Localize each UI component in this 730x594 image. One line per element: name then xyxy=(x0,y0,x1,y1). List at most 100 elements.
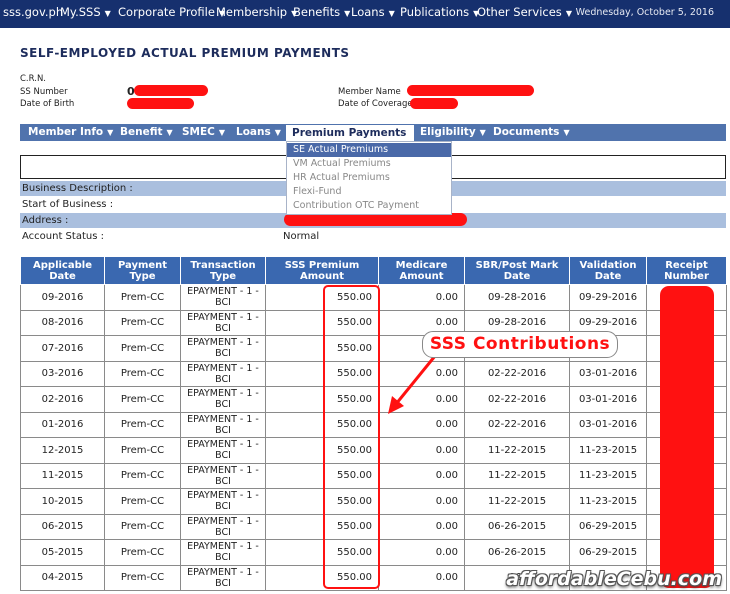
account-status-value: Normal xyxy=(283,231,320,242)
cell-applicable-date: 12-2015 xyxy=(20,437,105,464)
cell-validation-date: 11-23-2015 xyxy=(569,437,647,464)
menu-item-hr-actual-premiums[interactable]: HR Actual Premiums xyxy=(287,171,451,185)
dob-label: Date of Birth xyxy=(20,99,75,109)
cell-payment-type: Prem-CC xyxy=(104,513,181,540)
caret-down-icon: ▼ xyxy=(274,128,281,137)
cell-sbr-date: 11-22-2015 xyxy=(464,462,570,489)
site-link[interactable]: sss.gov.ph xyxy=(3,0,63,28)
caret-down-icon: ▼ xyxy=(218,128,226,137)
nav-label: Loans xyxy=(351,5,385,19)
caret-down-icon: ▼ xyxy=(388,9,395,18)
cell-transaction-type: EPAYMENT - 1 - BCI xyxy=(180,411,266,438)
menu-item-vm-actual-premiums[interactable]: VM Actual Premiums xyxy=(287,157,451,171)
cell-payment-type: Prem-CC xyxy=(104,539,181,566)
cell-sbr-date: 02-22-2016 xyxy=(464,360,570,387)
subnav-label: Member Info xyxy=(28,126,104,138)
menu-item-contribution-otc-payment[interactable]: Contribution OTC Payment xyxy=(287,199,451,213)
cell-medicare-amount: 0.00 xyxy=(378,564,465,591)
coverage-redaction xyxy=(410,98,458,109)
menu-item-se-actual-premiums[interactable]: SE Actual Premiums xyxy=(287,143,451,157)
cell-payment-type: Prem-CC xyxy=(104,284,181,311)
subnav-label: Eligibility xyxy=(420,126,476,138)
crn-label: C.R.N. xyxy=(20,74,47,84)
col-applicable-date: Applicable Date xyxy=(20,256,105,285)
nav-label: Corporate Profile xyxy=(118,5,215,19)
nav-benefits[interactable]: Benefits ▼ xyxy=(293,0,350,28)
nav-label: My.SSS xyxy=(60,5,101,19)
nav-label: Benefits xyxy=(293,5,341,19)
ss-number-label: SS Number xyxy=(20,87,68,97)
menu-item-flexi-fund[interactable]: Flexi-Fund xyxy=(287,185,451,199)
cell-validation-date: 06-29-2015 xyxy=(569,513,647,540)
nav-corporate-profile[interactable]: Corporate Profile ▼ xyxy=(118,0,225,28)
cell-validation-date: 11-23-2015 xyxy=(569,462,647,489)
subnav-member-info[interactable]: Member Info ▼ xyxy=(28,124,113,141)
cell-applicable-date: 11-2015 xyxy=(20,462,105,489)
subnav-label: SMEC xyxy=(182,126,215,138)
address-label: Address : xyxy=(22,215,69,226)
cell-sbr-date: 06-26-2015 xyxy=(464,513,570,540)
cell-transaction-type: EPAYMENT - 1 - BCI xyxy=(180,437,266,464)
col-sbr-postmark-date: SBR/Post Mark Date xyxy=(464,256,570,285)
subnav-documents[interactable]: Documents ▼ xyxy=(493,124,570,141)
cell-validation-date: 06-29-2015 xyxy=(569,539,647,566)
subnav-benefit[interactable]: Benefit ▼ xyxy=(120,124,173,141)
nav-loans[interactable]: Loans ▼ xyxy=(351,0,395,28)
subnav-smec[interactable]: SMEC ▼ xyxy=(182,124,225,141)
cell-payment-type: Prem-CC xyxy=(104,309,181,336)
cell-applicable-date: 02-2016 xyxy=(20,386,105,413)
subnav-loans[interactable]: Loans ▼ xyxy=(236,124,281,141)
cell-medicare-amount: 0.00 xyxy=(378,284,465,311)
cell-applicable-date: 08-2016 xyxy=(20,309,105,336)
cell-medicare-amount: 0.00 xyxy=(378,513,465,540)
cell-payment-type: Prem-CC xyxy=(104,411,181,438)
arrow-icon xyxy=(388,355,437,414)
cell-sbr-date: 02-22-2016 xyxy=(464,411,570,438)
cell-payment-type: Prem-CC xyxy=(104,360,181,387)
top-navigation-bar: sss.gov.ph My.SSS ▼ Corporate Profile ▼ Me… xyxy=(0,0,730,28)
cell-applicable-date: 01-2016 xyxy=(20,411,105,438)
subnav-label: Loans xyxy=(236,126,271,138)
caret-down-icon: ▼ xyxy=(563,128,570,137)
col-payment-type: Payment Type xyxy=(104,256,181,285)
nav-label: Other Services xyxy=(477,5,562,19)
premium-amount-highlight xyxy=(323,285,380,589)
cell-transaction-type: EPAYMENT - 1 - BCI xyxy=(180,335,266,362)
col-validation-date: Validation Date xyxy=(569,256,647,285)
sss-contributions-callout: SSS Contributions xyxy=(422,331,618,358)
start-of-business-label: Start of Business : xyxy=(22,199,114,210)
cell-sbr-date: 11-22-2015 xyxy=(464,488,570,515)
cell-payment-type: Prem-CC xyxy=(104,437,181,464)
caret-down-icon: ▼ xyxy=(565,9,572,18)
cell-transaction-type: EPAYMENT - 1 - BCI xyxy=(180,462,266,489)
subnav-label: Benefit xyxy=(120,126,163,138)
table-header-row: Applicable Date Payment Type Transaction… xyxy=(20,256,727,285)
nav-publications[interactable]: Publications ▼ xyxy=(400,0,479,28)
cell-medicare-amount: 0.00 xyxy=(378,462,465,489)
member-subnav: Member Info ▼ Benefit ▼ SMEC ▼ Loans ▼ Premi… xyxy=(20,124,726,141)
cell-validation-date: 09-29-2016 xyxy=(569,284,647,311)
nav-label: Membership xyxy=(216,5,288,19)
member-name-label: Member Name xyxy=(338,87,401,97)
cell-transaction-type: EPAYMENT - 1 - BCI xyxy=(180,513,266,540)
cell-transaction-type: EPAYMENT - 1 - BCI xyxy=(180,386,266,413)
col-medicare-amount: Medicare Amount xyxy=(378,256,465,285)
subnav-premium-payments[interactable]: Premium Payments xyxy=(286,125,414,141)
cell-transaction-type: EPAYMENT - 1 - BCI xyxy=(180,488,266,515)
nav-other-services[interactable]: Other Services ▼ xyxy=(477,0,572,28)
nav-membership[interactable]: Membership ▼ xyxy=(216,0,297,28)
col-sss-premium-amount: SSS Premium Amount xyxy=(265,256,379,285)
subnav-eligibility[interactable]: Eligibility ▼ xyxy=(420,124,486,141)
cell-validation-date: 03-01-2016 xyxy=(569,411,647,438)
nav-my-sss[interactable]: My.SSS ▼ xyxy=(60,0,111,28)
receipt-number-redaction xyxy=(660,286,714,588)
member-name-redaction xyxy=(407,85,534,96)
cell-applicable-date: 04-2015 xyxy=(20,564,105,591)
cell-transaction-type: EPAYMENT - 1 - BCI xyxy=(180,564,266,591)
cell-medicare-amount: 0.00 xyxy=(378,437,465,464)
cell-payment-type: Prem-CC xyxy=(104,564,181,591)
cell-payment-type: Prem-CC xyxy=(104,386,181,413)
cell-applicable-date: 06-2015 xyxy=(20,513,105,540)
cell-applicable-date: 09-2016 xyxy=(20,284,105,311)
cell-payment-type: Prem-CC xyxy=(104,335,181,362)
